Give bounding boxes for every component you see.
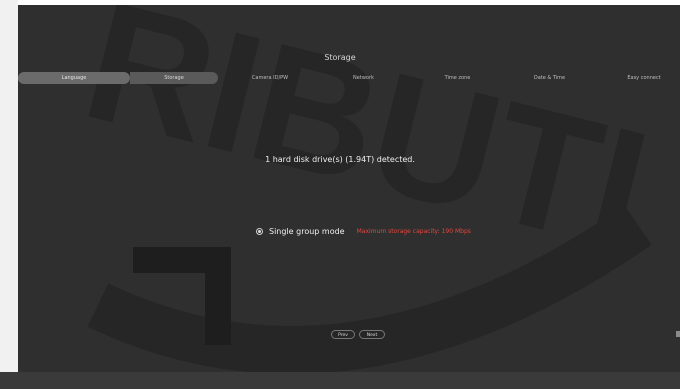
step-network[interactable]: Network bbox=[336, 72, 391, 84]
wizard-steps: Language Storage Camera ID/PW Network Ti… bbox=[18, 72, 680, 84]
watermark-corner bbox=[133, 247, 231, 345]
step-language[interactable]: Language bbox=[18, 72, 130, 84]
step-storage[interactable]: Storage bbox=[130, 72, 218, 84]
bottom-bar bbox=[0, 372, 680, 389]
prev-button[interactable]: Prev bbox=[331, 330, 355, 339]
single-group-mode-option[interactable]: Single group mode Maximum storage capaci… bbox=[256, 225, 471, 237]
next-button[interactable]: Next bbox=[359, 330, 385, 339]
watermark-text: RIBUTI bbox=[69, 5, 665, 287]
hdd-status: 1 hard disk drive(s) (1.94T) detected. bbox=[265, 155, 415, 164]
mode-label: Single group mode bbox=[269, 226, 345, 236]
step-easy-connect[interactable]: Easy connect bbox=[614, 72, 674, 84]
step-time-zone[interactable]: Time zone bbox=[430, 72, 485, 84]
edge-marker bbox=[676, 331, 680, 337]
step-camera-id-pw[interactable]: Camera ID/PW bbox=[240, 72, 300, 84]
capacity-note: Maximum storage capacity: 190 Mbps bbox=[356, 227, 471, 235]
step-date-time[interactable]: Date & Time bbox=[522, 72, 577, 84]
window-title: Storage bbox=[324, 53, 356, 62]
radio-selected-icon[interactable] bbox=[256, 227, 263, 235]
